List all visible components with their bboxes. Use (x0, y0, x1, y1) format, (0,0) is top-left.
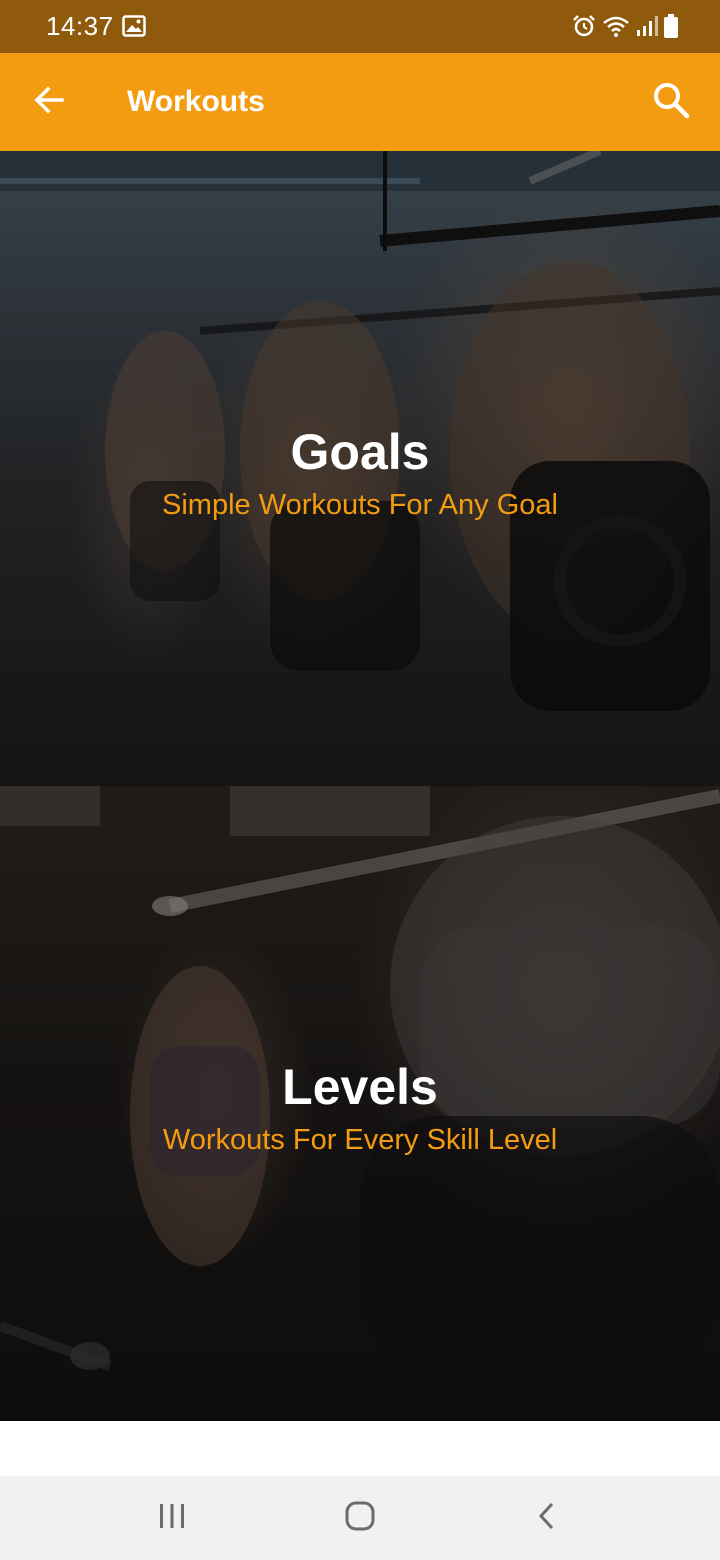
alarm-icon (572, 14, 596, 38)
levels-card-title: Levels (282, 1059, 438, 1115)
recent-apps-icon (157, 1501, 187, 1536)
system-nav-bar (0, 1476, 720, 1560)
search-button[interactable] (646, 77, 696, 127)
arrow-left-icon (34, 85, 64, 120)
goals-card-title: Goals (290, 424, 430, 480)
image-icon (122, 15, 146, 37)
system-back-button[interactable] (525, 1496, 569, 1540)
app-bar: Workouts (0, 53, 720, 151)
status-bar: 14:37 (0, 0, 720, 53)
signal-icon (636, 14, 658, 38)
goals-card-subtitle: Simple Workouts For Any Goal (162, 489, 558, 521)
status-time: 14:37 (46, 11, 114, 41)
levels-card[interactable]: Levels Workouts For Every Skill Level (0, 786, 720, 1421)
goals-card[interactable]: Goals Simple Workouts For Any Goal (0, 151, 720, 786)
back-button[interactable] (24, 77, 74, 127)
search-icon (652, 81, 690, 124)
battery-icon (664, 14, 678, 38)
back-chevron-icon (535, 1501, 559, 1536)
recent-apps-button[interactable] (150, 1496, 194, 1540)
status-icons (572, 13, 678, 39)
levels-card-subtitle: Workouts For Every Skill Level (162, 1124, 558, 1156)
page-title: Workouts (127, 85, 265, 118)
wifi-icon (602, 14, 630, 38)
home-icon (344, 1500, 376, 1537)
home-button[interactable] (338, 1496, 382, 1540)
